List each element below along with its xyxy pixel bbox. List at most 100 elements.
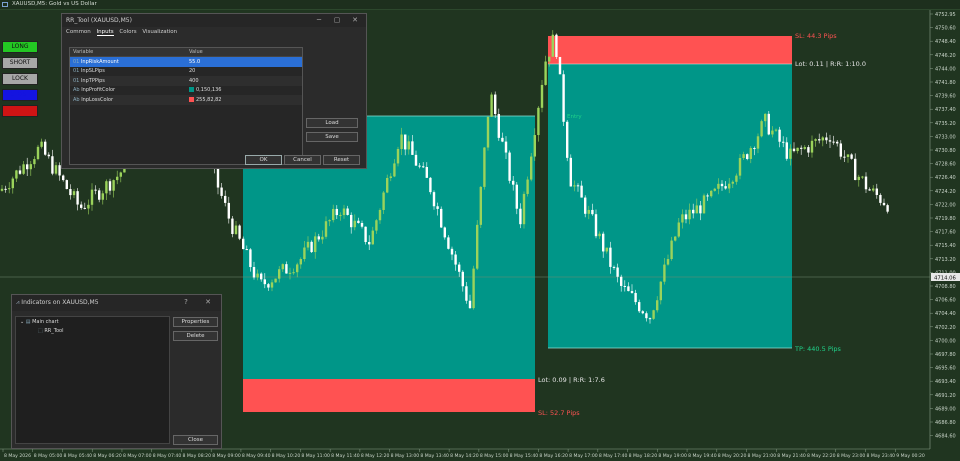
tree-node-main-chart[interactable]: ⌄ ▤ Main chart [20, 319, 59, 325]
candle-body [15, 170, 18, 179]
tab-colors[interactable]: Colors [119, 29, 136, 35]
tree-node-rr-tool[interactable]: ⬚ RR_Tool [38, 328, 64, 334]
param-value-text: 255,82,82 [196, 96, 222, 103]
candle-body [22, 164, 25, 174]
close-icon[interactable]: ✕ [350, 14, 360, 27]
param-row[interactable]: 01 InpRiskAmount 55.0 [70, 56, 302, 67]
candle-body [598, 233, 601, 237]
candle-body [591, 209, 594, 215]
candle-body [472, 268, 475, 309]
tab-visualization[interactable]: Visualization [142, 29, 177, 35]
candle-body [562, 74, 565, 122]
sl-label-2: SL: 44.3 Pips [795, 32, 837, 40]
param-row[interactable]: Ab InpProfitColor 0,150,136 [70, 86, 302, 96]
color-swatch[interactable] [189, 96, 194, 102]
candle-body [418, 165, 421, 167]
param-row[interactable]: 01 InpSLPips 20 [70, 67, 302, 77]
trade-button-lock[interactable]: LOCK [2, 73, 38, 85]
param-value[interactable]: 55.0 [186, 56, 302, 67]
candle-body [843, 156, 846, 158]
help-icon[interactable]: ? [181, 296, 191, 309]
candle-body [738, 157, 742, 176]
candle-body [807, 147, 810, 153]
time-tick-label: 8 May 21:40 [777, 453, 806, 459]
candle-body [378, 209, 382, 221]
candle-body [396, 149, 400, 164]
indicators-dialog-title: Indicators on XAUUSD,M5 [21, 299, 99, 306]
candle-body [882, 202, 886, 206]
param-type-icon: 01 [73, 77, 81, 84]
trade-button-short[interactable]: SHORT [2, 57, 38, 69]
load-button[interactable]: Load [306, 118, 358, 128]
param-value[interactable]: 400 [186, 76, 302, 86]
indicators-dialog: ⩘ Indicators on XAUUSD,M5 ? ✕ ⌄ ▤ Main c… [11, 294, 222, 449]
param-value[interactable]: 20 [186, 67, 302, 77]
reset-button[interactable]: Reset [323, 155, 360, 165]
candle-body [249, 249, 252, 268]
properties-button[interactable]: Properties [173, 317, 218, 327]
tab-common[interactable]: Common [66, 29, 91, 35]
candle-body [760, 121, 763, 137]
candle-body [551, 34, 554, 57]
price-tick-label: 4706.60 [935, 298, 956, 304]
param-row[interactable]: Ab InpLossColor 255,82,82 [70, 95, 302, 105]
candle-body [602, 233, 605, 252]
candle-body [72, 191, 76, 196]
ok-button[interactable]: OK [245, 155, 282, 165]
candle-body [119, 172, 122, 177]
candle-body [36, 146, 40, 160]
time-tick-label: 8 May 12:20 [361, 453, 390, 459]
candle-body [386, 177, 389, 193]
candle-body [281, 264, 284, 270]
dialog-tabs: Common Inputs Colors Visualization [62, 27, 366, 38]
candle-body [47, 154, 50, 157]
color-swatch[interactable] [189, 87, 194, 93]
candle-body [706, 195, 709, 197]
maximize-icon[interactable]: ▢ [332, 14, 342, 27]
candle-body [850, 154, 853, 159]
candle-body [512, 180, 515, 185]
param-value[interactable]: 255,82,82 [186, 95, 302, 105]
candle-body [407, 141, 410, 150]
candle-body [519, 208, 522, 225]
delete-button[interactable]: Delete [173, 331, 218, 341]
candle-body [105, 181, 108, 194]
candle-body [742, 154, 745, 158]
candle-body [836, 141, 839, 144]
time-tick-label: 8 May 15:40 [510, 453, 539, 459]
candle-body [749, 148, 752, 159]
trade-button-long[interactable]: LONG [2, 41, 38, 53]
tab-inputs[interactable]: Inputs [96, 29, 114, 36]
candle-body [789, 148, 792, 159]
dialog-titlebar: RR_Tool (XAUUSD,M5) ─ ▢ ✕ [62, 14, 366, 27]
param-type-icon: 01 [73, 68, 81, 75]
candle-body [756, 136, 760, 149]
price-tick-label: 4684.60 [935, 434, 956, 440]
candle-body [605, 247, 608, 252]
candle-body [540, 84, 544, 108]
cancel-button[interactable]: Cancel [284, 155, 321, 165]
param-value[interactable]: 0,150,136 [186, 86, 302, 96]
close-button[interactable]: Close [173, 435, 218, 445]
candle-body [857, 176, 860, 181]
price-tick-label: 4713.20 [935, 257, 956, 263]
param-row[interactable]: 01 InpTPPips 400 [70, 76, 302, 86]
trade-button-close[interactable]: CLOSE [2, 89, 38, 101]
candle-body [558, 56, 562, 75]
candle-body [861, 176, 864, 178]
candle-body [821, 137, 824, 141]
time-tick-label: 8 May 07:00 [123, 453, 152, 459]
minimize-icon[interactable]: ─ [314, 14, 324, 27]
candle-body [627, 286, 630, 292]
save-button[interactable]: Save [306, 132, 358, 142]
time-tick-label: 8 May 2026 [4, 453, 31, 459]
time-tick-label: 8 May 11:00 [301, 453, 330, 459]
param-name-text: InpLossColor [81, 96, 114, 103]
close-icon[interactable]: ✕ [203, 296, 213, 309]
candle-body [720, 183, 724, 187]
trade-button-delete[interactable]: DELETE [2, 105, 38, 117]
candle-body [33, 159, 36, 165]
candle-body [659, 281, 662, 301]
candle-body [695, 205, 698, 214]
candle-body [26, 164, 29, 170]
